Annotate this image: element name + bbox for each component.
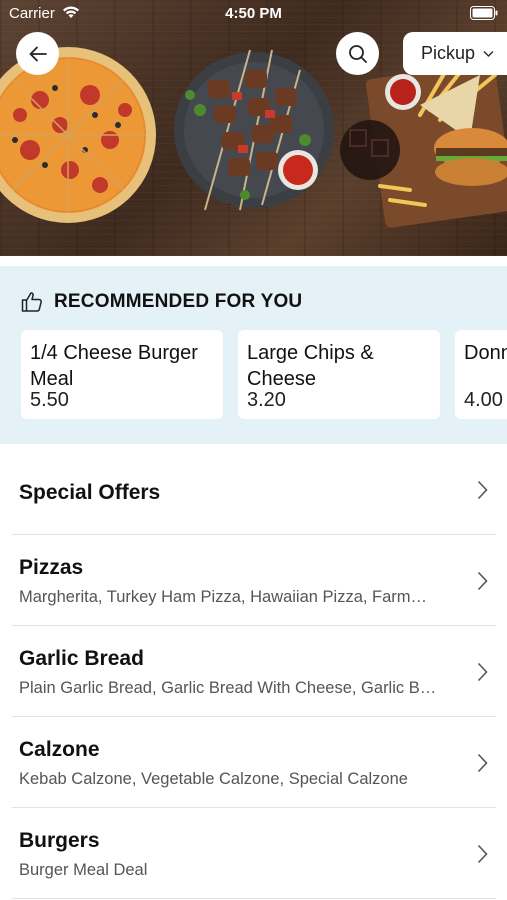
recommended-header: RECOMMENDED FOR YOU <box>20 290 302 314</box>
hero-food-banner: Carrier 4:50 PM Pickup <box>0 0 507 256</box>
thumbs-up-icon <box>21 292 42 312</box>
pizza-image <box>0 47 156 223</box>
search-icon <box>348 44 367 63</box>
chevron-down-icon <box>483 50 494 57</box>
recommended-card[interactable]: 1/4 Cheese Burger Meal 5.50 <box>21 330 223 419</box>
category-row-pizzas[interactable]: Pizzas Margherita, Turkey Ham Pizza, Haw… <box>12 535 496 626</box>
search-button[interactable] <box>336 32 379 75</box>
pickup-dropdown[interactable]: Pickup <box>403 32 507 75</box>
recommended-card[interactable]: Large Chips & Cheese 3.20 <box>238 330 440 419</box>
recommended-item-price: 5.50 <box>30 389 69 411</box>
category-items: Plain Garlic Bread, Garlic Bread With Ch… <box>19 679 437 697</box>
recommended-item-price: 4.00 <box>464 389 503 411</box>
recommended-item-name: Donn <box>464 342 507 364</box>
category-items: Burger Meal Deal <box>19 861 148 879</box>
category-name: Pizzas <box>19 556 84 579</box>
recommended-section: RECOMMENDED FOR YOU 1/4 Cheese Burger Me… <box>0 266 507 444</box>
chevron-right-icon <box>477 753 488 773</box>
battery-icon <box>470 6 498 25</box>
recommended-title: RECOMMENDED FOR YOU <box>54 291 303 312</box>
recommended-item-name: Large Chips & Cheese <box>247 342 374 390</box>
back-button[interactable] <box>16 32 59 75</box>
category-name: Burgers <box>19 829 100 852</box>
arrow-left-icon <box>29 46 47 61</box>
category-name: Garlic Bread <box>19 647 144 670</box>
chevron-right-icon <box>477 571 488 591</box>
category-list: Special Offers Pizzas Margherita, Turkey… <box>0 444 507 899</box>
recommended-item-price: 3.20 <box>247 389 286 411</box>
status-time: 4:50 PM <box>225 5 282 22</box>
chevron-right-icon <box>477 480 488 500</box>
category-row-burgers[interactable]: Burgers Burger Meal Deal <box>12 808 496 899</box>
category-row-special-offers[interactable]: Special Offers <box>12 444 496 535</box>
category-name: Special Offers <box>19 481 161 504</box>
status-bar: Carrier 4:50 PM <box>0 0 507 28</box>
category-items: Margherita, Turkey Ham Pizza, Hawaiian P… <box>19 588 428 606</box>
chevron-right-icon <box>477 662 488 682</box>
kebab-plate-image <box>174 49 334 211</box>
recommended-card[interactable]: Donn 4.00 <box>455 330 507 419</box>
category-row-calzone[interactable]: Calzone Kebab Calzone, Vegetable Calzone… <box>12 717 496 808</box>
category-name: Calzone <box>19 738 100 761</box>
category-items: Kebab Calzone, Vegetable Calzone, Specia… <box>19 770 408 788</box>
category-row-garlic-bread[interactable]: Garlic Bread Plain Garlic Bread, Garlic … <box>12 626 496 717</box>
burger-and-drink-image <box>340 53 507 228</box>
recommended-item-name: 1/4 Cheese Burger Meal <box>30 342 198 390</box>
pickup-label: Pickup <box>421 43 476 63</box>
chevron-right-icon <box>477 844 488 864</box>
